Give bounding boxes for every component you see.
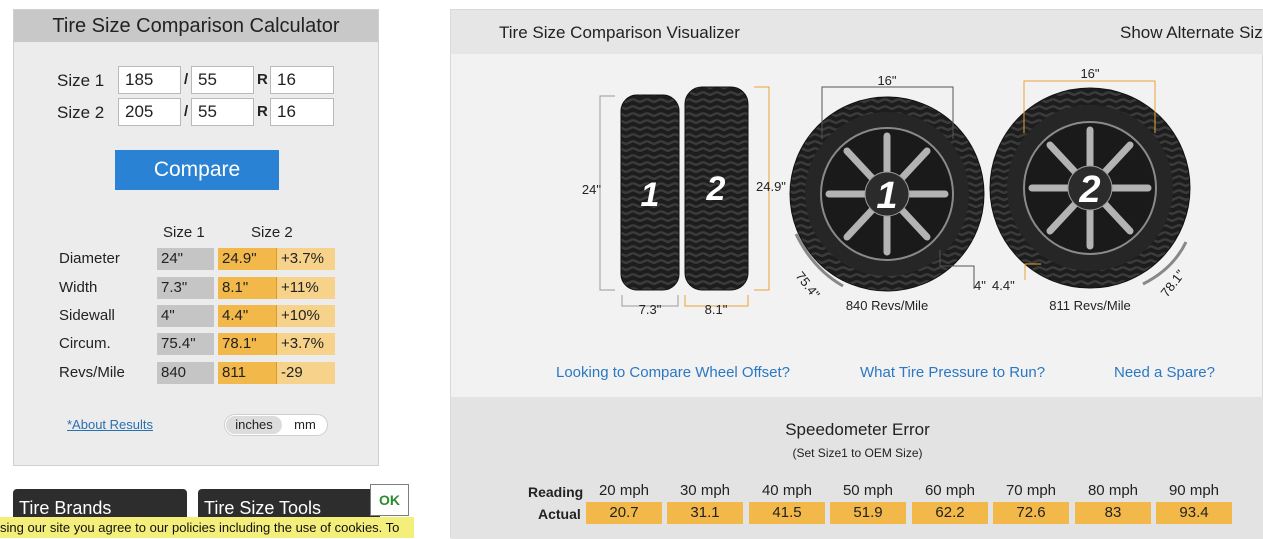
size1-width-input[interactable]: 185	[118, 66, 181, 94]
cookie-ok-button[interactable]: OK	[370, 484, 409, 516]
side-tire-1-diameter: 24"	[582, 182, 601, 197]
speedometer-title: Speedometer Error	[785, 420, 930, 439]
actual-value: 93.4	[1156, 502, 1232, 524]
results-row: Width 7.3" 8.1" +11%	[14, 277, 380, 299]
size2-rim-input[interactable]: 16	[270, 98, 334, 126]
size1-slash: /	[184, 71, 189, 88]
size2-label: Size 2	[57, 103, 105, 122]
wheel-offset-link[interactable]: Looking to Compare Wheel Offset?	[556, 364, 790, 381]
reading-value: 90 mph	[1168, 482, 1220, 499]
size1-r-label: R	[257, 71, 268, 88]
speedometer-subtitle: (Set Size1 to OEM Size)	[792, 446, 923, 460]
size2-width-input[interactable]: 205	[118, 98, 181, 126]
actual-value: 20.7	[586, 502, 662, 524]
size1-label: Size 1	[57, 71, 105, 90]
results-size1-value: 840	[157, 362, 214, 384]
cookie-notice: sing our site you agree to our policies …	[0, 517, 414, 538]
wheel-2-rim-size: 16"	[1080, 66, 1099, 81]
wheel-2-number: 2	[1078, 169, 1100, 211]
reading-value: 80 mph	[1087, 482, 1139, 499]
size2-row: Size 2 205 / 55 R 16	[14, 98, 380, 128]
actual-label: Actual	[538, 506, 581, 522]
size2-ratio-input[interactable]: 55	[191, 98, 254, 126]
side-tire-2: 2	[684, 86, 749, 291]
unit-mm-option[interactable]: mm	[285, 416, 325, 434]
size2-slash: /	[184, 103, 189, 120]
results-size1-header: Size 1	[163, 224, 205, 241]
need-spare-link[interactable]: Need a Spare?	[1114, 364, 1215, 381]
size1-rim-input[interactable]: 16	[270, 66, 334, 94]
about-results-link[interactable]: *About Results	[67, 417, 153, 432]
side-tire-1: 1	[620, 94, 680, 291]
unit-toggle[interactable]: inches mm	[224, 414, 328, 436]
actual-value: 83	[1075, 502, 1151, 524]
side-tire-2-number: 2	[706, 170, 726, 208]
compare-button[interactable]: Compare	[115, 150, 279, 190]
reading-value: 30 mph	[679, 482, 731, 499]
visualizer-header: Tire Size Comparison Visualizer Show Alt…	[451, 10, 1263, 54]
wheel-1-number: 1	[876, 175, 897, 217]
calculator-panel: Tire Size Comparison Calculator Size 1 1…	[13, 9, 379, 466]
results-size2-value: 8.1"	[218, 277, 276, 299]
unit-inches-option[interactable]: inches	[226, 416, 282, 434]
calculator-title: Tire Size Comparison Calculator	[14, 10, 378, 42]
reading-value: 50 mph	[842, 482, 894, 499]
wheel-2: 2	[989, 87, 1191, 289]
actual-value: 51.9	[830, 502, 906, 524]
results-row: Revs/Mile 840 811 -29	[14, 362, 380, 384]
wheel-1-circumference: 75.4"	[793, 269, 823, 302]
results-row-label: Diameter	[59, 250, 120, 267]
actual-value: 31.1	[667, 502, 743, 524]
wheel-2-revs: 811 Revs/Mile	[1049, 298, 1130, 313]
results-size1-value: 24"	[157, 248, 214, 270]
results-size2-value: 4.4"	[218, 305, 276, 327]
tire-pressure-link[interactable]: What Tire Pressure to Run?	[860, 364, 1045, 381]
results-diff-value: +11%	[276, 277, 335, 299]
wheel-1-revs: 840 Revs/Mile	[846, 298, 928, 313]
results-diff-value: +3.7%	[276, 333, 335, 355]
results-row: Sidewall 4" 4.4" +10%	[14, 305, 380, 327]
visualizer-panel: Tire Size Comparison Visualizer Show Alt…	[450, 9, 1263, 539]
results-diff-value: -29	[276, 362, 335, 384]
results-diff-value: +10%	[276, 305, 335, 327]
size2-r-label: R	[257, 103, 268, 120]
results-size1-value: 7.3"	[157, 277, 214, 299]
results-row-label: Circum.	[59, 335, 111, 352]
results-row: Circum. 75.4" 78.1" +3.7%	[14, 333, 380, 355]
side-tire-2-width: 8.1"	[705, 302, 728, 317]
actual-value: 72.6	[993, 502, 1069, 524]
size1-row: Size 1 185 / 55 R 16	[14, 66, 380, 96]
speedometer-section: Speedometer Error (Set Size1 to OEM Size…	[451, 397, 1263, 539]
results-diff-value: +3.7%	[276, 248, 335, 270]
reading-value: 60 mph	[924, 482, 976, 499]
results-row: Diameter 24" 24.9" +3.7%	[14, 248, 380, 270]
reading-value: 40 mph	[761, 482, 813, 499]
side-tire-2-diameter: 24.9"	[756, 179, 786, 194]
results-size2-value: 24.9"	[218, 248, 276, 270]
results-row-label: Revs/Mile	[59, 364, 125, 381]
side-tire-1-number: 1	[641, 176, 660, 214]
results-row-label: Width	[59, 279, 98, 296]
actual-value: 62.2	[912, 502, 988, 524]
results-size2-header: Size 2	[251, 224, 293, 241]
wheel-2-sidewall: 4.4"	[992, 278, 1015, 293]
wheel-1: 1	[789, 96, 985, 292]
results-row-label: Sidewall	[59, 307, 115, 324]
wheel-1-rim-size: 16"	[877, 73, 896, 88]
results-size1-value: 75.4"	[157, 333, 214, 355]
size1-ratio-input[interactable]: 55	[191, 66, 254, 94]
wheel-1-sidewall: 4"	[974, 278, 986, 293]
reading-value: 70 mph	[1005, 482, 1057, 499]
results-size1-value: 4"	[157, 305, 214, 327]
results-size2-value: 78.1"	[218, 333, 276, 355]
tire-visualization: 1 2 24" 24.9" 7.3" 8.1" 1 16" 4" 75.4" 8…	[582, 66, 1191, 317]
side-tire-1-width: 7.3"	[639, 302, 662, 317]
reading-label: Reading	[528, 484, 584, 500]
actual-value: 41.5	[749, 502, 825, 524]
reading-value: 20 mph	[598, 482, 650, 499]
visualizer-title: Tire Size Comparison Visualizer	[499, 23, 740, 42]
results-size2-value: 811	[218, 362, 276, 384]
show-alternate-link[interactable]: Show Alternate Siz	[1120, 23, 1263, 43]
